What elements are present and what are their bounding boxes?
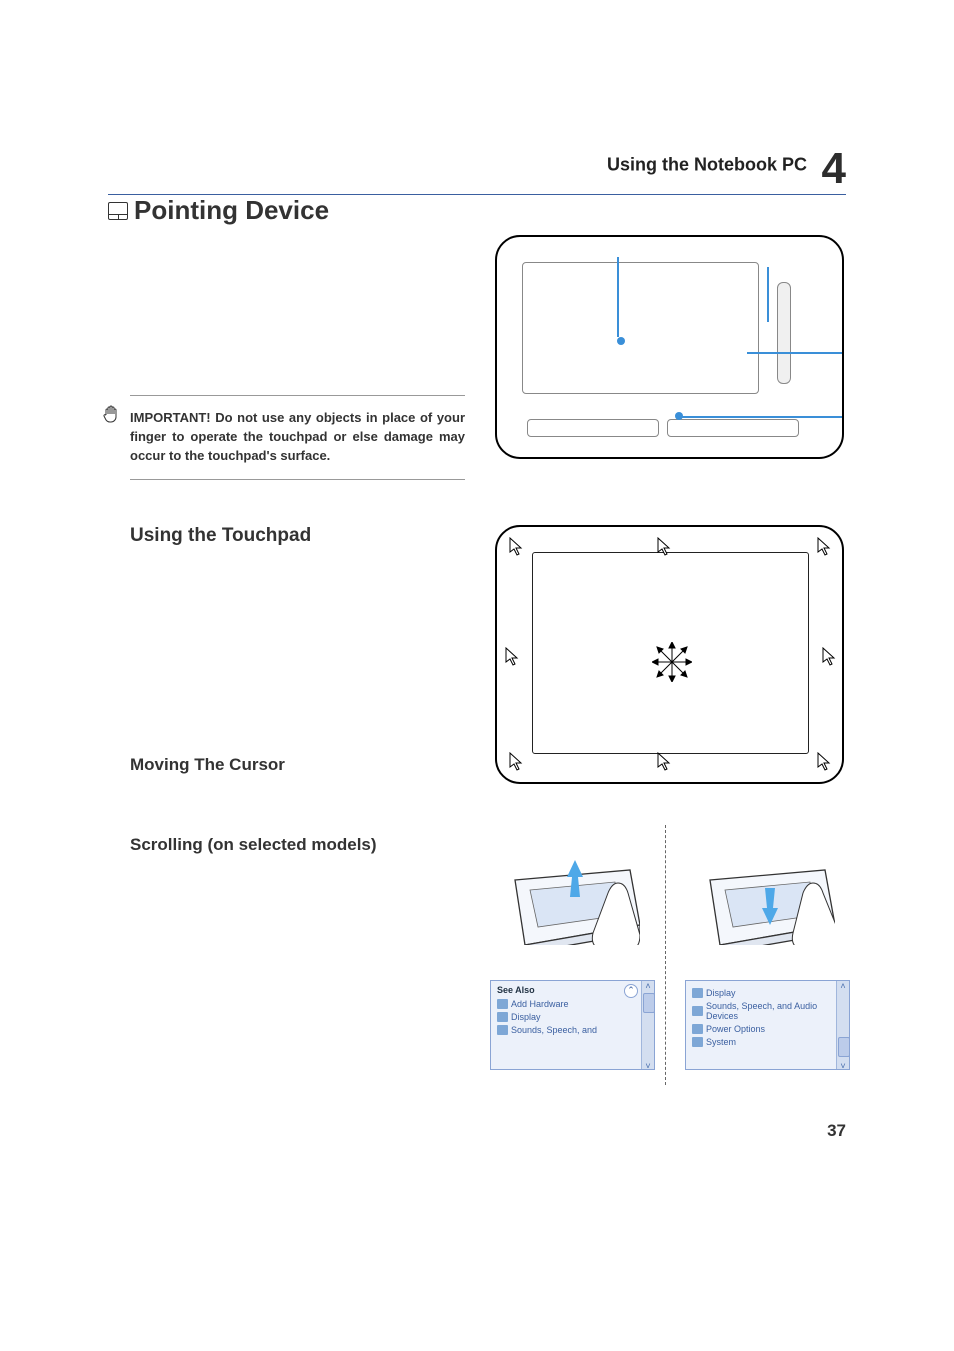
display-icon	[497, 1012, 508, 1022]
touchpad-button-left	[527, 419, 659, 437]
scroll-thumb	[838, 1037, 850, 1057]
panel-item: Add Hardware	[497, 999, 648, 1009]
page-header: Using the Notebook PC 4	[108, 140, 846, 195]
scroll-up-illustration	[490, 855, 640, 945]
cursor-icon	[505, 647, 521, 667]
page-number: 37	[827, 1121, 846, 1141]
control-panel-left: See Also ⌃ Add Hardware Display Sounds, …	[490, 980, 655, 1070]
scroll-down-arrow-icon: ˅	[644, 1061, 652, 1069]
scrollbar: ˄ ˅	[836, 981, 849, 1069]
callout-line	[767, 267, 769, 322]
cursor-icon	[509, 752, 525, 772]
header-title: Using the Notebook PC	[607, 155, 807, 175]
subheading-using-touchpad: Using the Touchpad	[130, 525, 311, 547]
cursor-icon	[822, 647, 838, 667]
movement-arrows-icon	[652, 642, 692, 682]
important-note: IMPORTANT! Do not use any objects in pla…	[130, 395, 465, 480]
scroll-down-arrow-icon: ˅	[839, 1061, 847, 1069]
panel-item: Sounds, Speech, and	[497, 1025, 648, 1035]
scrolling-diagram: See Also ⌃ Add Hardware Display Sounds, …	[485, 825, 855, 1085]
scroll-up-arrow-icon: ˄	[839, 981, 847, 989]
scrollbar: ˄ ˅	[641, 981, 654, 1069]
section-title: Pointing Device	[108, 195, 329, 226]
scroll-up-arrow-icon: ˄	[644, 981, 652, 989]
chapter-number: 4	[822, 144, 846, 193]
system-icon	[692, 1037, 703, 1047]
section-title-text: Pointing Device	[134, 195, 329, 226]
scroll-down-illustration	[685, 855, 835, 945]
cursor-icon	[657, 752, 673, 772]
callout-line	[747, 352, 842, 354]
collapse-icon: ⌃	[624, 984, 638, 998]
panel-item: System	[692, 1037, 843, 1047]
hardware-icon	[497, 999, 508, 1009]
panel-item: Display	[692, 988, 843, 998]
callout-dot	[617, 337, 625, 345]
callout-line	[617, 257, 619, 337]
hand-stop-icon	[102, 405, 122, 432]
subheading-scrolling: Scrolling (on selected models)	[130, 835, 377, 855]
sounds-icon	[692, 1006, 703, 1016]
display-icon	[692, 988, 703, 998]
touchpad-icon	[108, 202, 128, 220]
cursor-icon	[817, 537, 833, 557]
touchpad-button-right	[667, 419, 799, 437]
cursor-icon	[509, 537, 525, 557]
sounds-icon	[497, 1025, 508, 1035]
touchpad-scroll-strip	[777, 282, 791, 384]
power-icon	[692, 1024, 703, 1034]
scroll-thumb	[643, 993, 655, 1013]
panel-item: Power Options	[692, 1024, 843, 1034]
callout-line	[682, 416, 842, 418]
panel-item: Sounds, Speech, and Audio Devices	[692, 1001, 843, 1021]
cursor-icon	[657, 537, 673, 557]
subheading-moving-cursor: Moving The Cursor	[130, 755, 285, 775]
cursor-icon	[817, 752, 833, 772]
divider-line	[665, 825, 666, 1085]
cursor-movement-diagram	[495, 525, 844, 784]
touchpad-surface	[522, 262, 759, 394]
panel-item: Display	[497, 1012, 648, 1022]
control-panel-right: Display Sounds, Speech, and Audio Device…	[685, 980, 850, 1070]
touchpad-diagram	[495, 235, 844, 459]
